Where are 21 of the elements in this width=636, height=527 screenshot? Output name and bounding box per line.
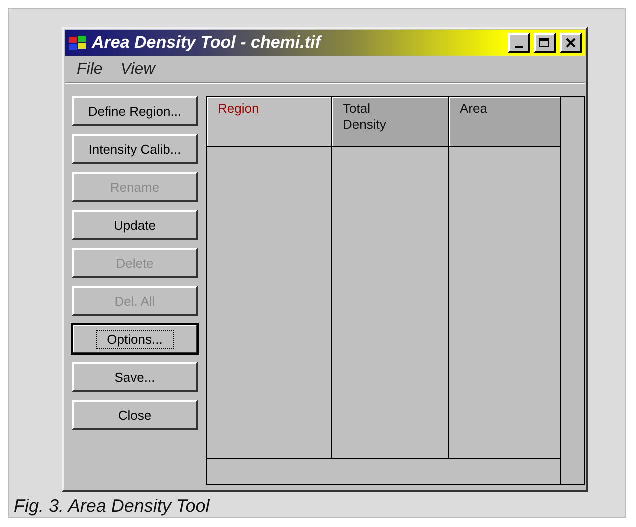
window-title: Area Density Tool - chemi.tif [92,33,324,53]
dialog-button[interactable]: Intensity Calib... [72,134,198,164]
column-header[interactable]: Area [449,97,561,147]
dialog-button[interactable]: Close [72,400,198,430]
dialog-button[interactable]: Save... [72,362,198,392]
column-header[interactable]: Total Density [332,97,449,147]
maximize-icon [539,38,551,48]
app-logo-icon [68,35,88,51]
close-icon [566,38,576,48]
column-header[interactable]: Region [207,97,332,147]
maximize-button[interactable] [534,33,556,53]
dialog-button[interactable]: Options... [72,324,198,354]
menu-item[interactable]: View [120,61,156,79]
horizontal-scrollbar[interactable] [207,458,561,484]
dialog-button[interactable]: Define Region... [72,96,198,126]
minimize-button[interactable] [508,33,530,53]
close-button[interactable] [560,33,582,53]
menu-item[interactable]: File [77,61,103,79]
figure-caption: Fig. 3. Area Density Tool [13,496,210,517]
minimize-icon [515,46,523,48]
dialog-button[interactable]: Update [72,210,198,240]
